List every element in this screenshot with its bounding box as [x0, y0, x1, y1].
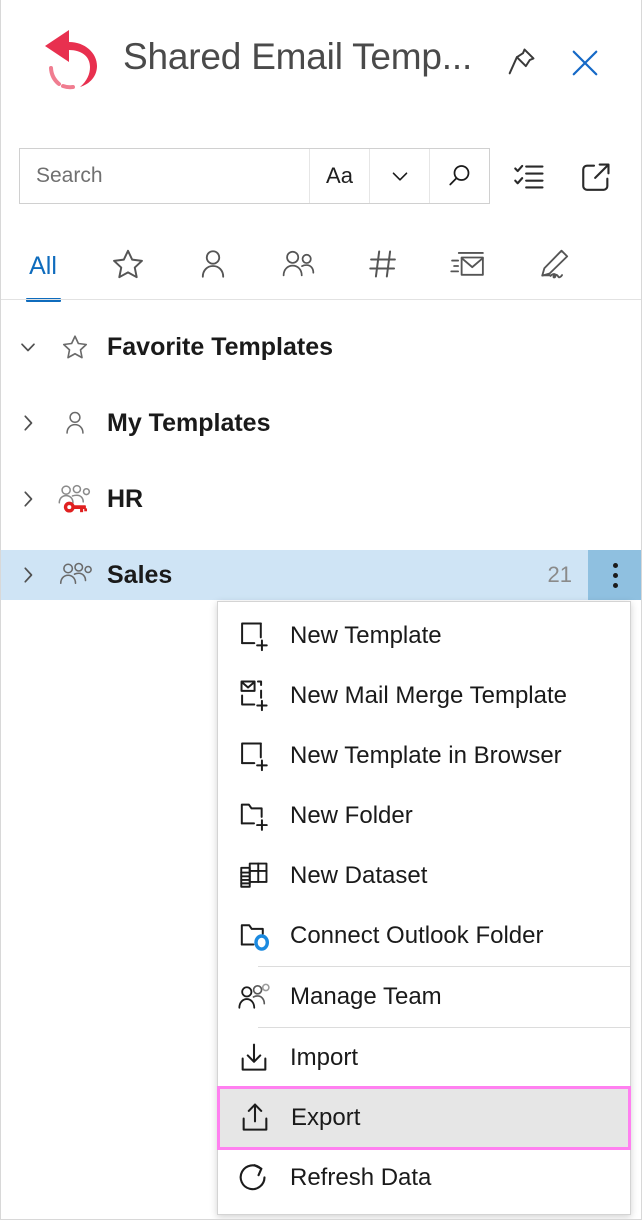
checklist-button[interactable]: [506, 154, 552, 200]
menu-item-label: New Template in Browser: [290, 742, 562, 770]
tree-item-label: My Templates: [107, 409, 270, 438]
tab-favorites[interactable]: [85, 232, 170, 300]
shared-email-templates-panel: Shared Email Temp... Aa: [0, 0, 642, 1220]
export-icon: [219, 1101, 291, 1135]
tab-all[interactable]: All: [1, 232, 85, 300]
mail-merge-icon: [448, 247, 488, 286]
people-icon: [278, 247, 318, 286]
menu-item-label: New Folder: [290, 802, 413, 830]
tree-item-my-templates[interactable]: My Templates: [1, 398, 642, 448]
tree-item-hr[interactable]: HR: [1, 474, 642, 524]
menu-item-refresh-data[interactable]: Refresh Data: [218, 1148, 630, 1208]
menu-item-connect-outlook-folder[interactable]: Connect Outlook Folder: [218, 906, 630, 966]
context-menu: New Template New Mail Merge Template: [217, 601, 631, 1215]
manage-team-icon: [218, 981, 290, 1013]
chevron-right-icon[interactable]: [1, 410, 55, 436]
menu-item-new-template-in-browser[interactable]: New Template in Browser: [218, 726, 630, 786]
tree-item-label: HR: [107, 485, 143, 514]
team-icon: [55, 560, 95, 590]
hash-icon: [366, 247, 400, 286]
kebab-dot: [613, 563, 618, 568]
menu-item-label: Export: [291, 1104, 360, 1132]
search-options-chevron-down-icon[interactable]: [369, 149, 429, 203]
tree-item-label: Favorite Templates: [107, 333, 333, 362]
tree-item-favorite-templates[interactable]: Favorite Templates: [1, 322, 642, 372]
new-template-icon: [218, 619, 290, 653]
chevron-right-icon[interactable]: [1, 486, 55, 512]
search-input[interactable]: [20, 149, 309, 203]
tab-team-templates[interactable]: [255, 232, 340, 300]
menu-item-export[interactable]: Export: [219, 1088, 629, 1148]
person-icon: [196, 247, 230, 286]
tab-my-templates[interactable]: [170, 232, 255, 300]
new-template-browser-icon: [218, 739, 290, 773]
menu-item-new-mail-merge-template[interactable]: New Mail Merge Template: [218, 666, 630, 726]
match-case-button[interactable]: Aa: [309, 149, 369, 203]
menu-item-label: New Template: [290, 622, 442, 650]
menu-item-label: Import: [290, 1044, 358, 1072]
title-bar: Shared Email Temp...: [1, 0, 642, 122]
tree-item-label: Sales: [107, 561, 172, 590]
new-mail-merge-template-icon: [218, 679, 290, 713]
signature-pen-icon: [534, 247, 572, 286]
tab-tags[interactable]: [340, 232, 425, 300]
search-row: Aa: [1, 122, 642, 232]
star-icon: [55, 332, 95, 362]
new-dataset-icon: [218, 859, 290, 893]
tab-signatures[interactable]: [510, 232, 595, 300]
tree-item-sales[interactable]: Sales 21: [1, 550, 642, 600]
menu-item-manage-team[interactable]: Manage Team: [218, 967, 630, 1027]
menu-item-label: Manage Team: [290, 983, 442, 1011]
menu-item-import[interactable]: Import: [218, 1028, 630, 1088]
menu-item-label: Refresh Data: [290, 1164, 431, 1192]
team-key-icon: [55, 482, 95, 516]
pin-button[interactable]: [501, 42, 541, 82]
window-title: Shared Email Temp...: [123, 36, 472, 78]
tree-item-count: 21: [548, 562, 572, 588]
menu-item-new-dataset[interactable]: New Dataset: [218, 846, 630, 906]
menu-item-label: Connect Outlook Folder: [290, 922, 543, 950]
star-icon: [110, 246, 146, 287]
import-icon: [218, 1041, 290, 1075]
match-case-label: Aa: [326, 163, 353, 189]
search-box: Aa: [19, 148, 490, 204]
menu-item-label: New Dataset: [290, 862, 427, 890]
person-icon: [55, 409, 95, 437]
menu-item-new-folder[interactable]: New Folder: [218, 786, 630, 846]
search-icon[interactable]: [429, 149, 489, 203]
tab-mail-merge[interactable]: [425, 232, 510, 300]
chevron-right-icon[interactable]: [1, 562, 55, 588]
tab-bar: All: [1, 232, 642, 300]
more-options-button[interactable]: [588, 550, 642, 600]
connect-outlook-folder-icon: [218, 919, 290, 953]
chevron-down-icon[interactable]: [1, 334, 55, 360]
menu-item-label: New Mail Merge Template: [290, 682, 567, 710]
tab-all-label: All: [29, 252, 57, 281]
refresh-icon: [218, 1161, 290, 1195]
kebab-dot: [613, 573, 618, 578]
template-tree: Favorite Templates My Templates: [1, 300, 642, 600]
reply-arrow-logo-icon: [39, 22, 105, 92]
menu-item-new-template[interactable]: New Template: [218, 606, 630, 666]
kebab-dot: [613, 583, 618, 588]
new-folder-icon: [218, 799, 290, 833]
open-in-new-window-button[interactable]: [573, 154, 619, 200]
close-button[interactable]: [564, 42, 606, 84]
